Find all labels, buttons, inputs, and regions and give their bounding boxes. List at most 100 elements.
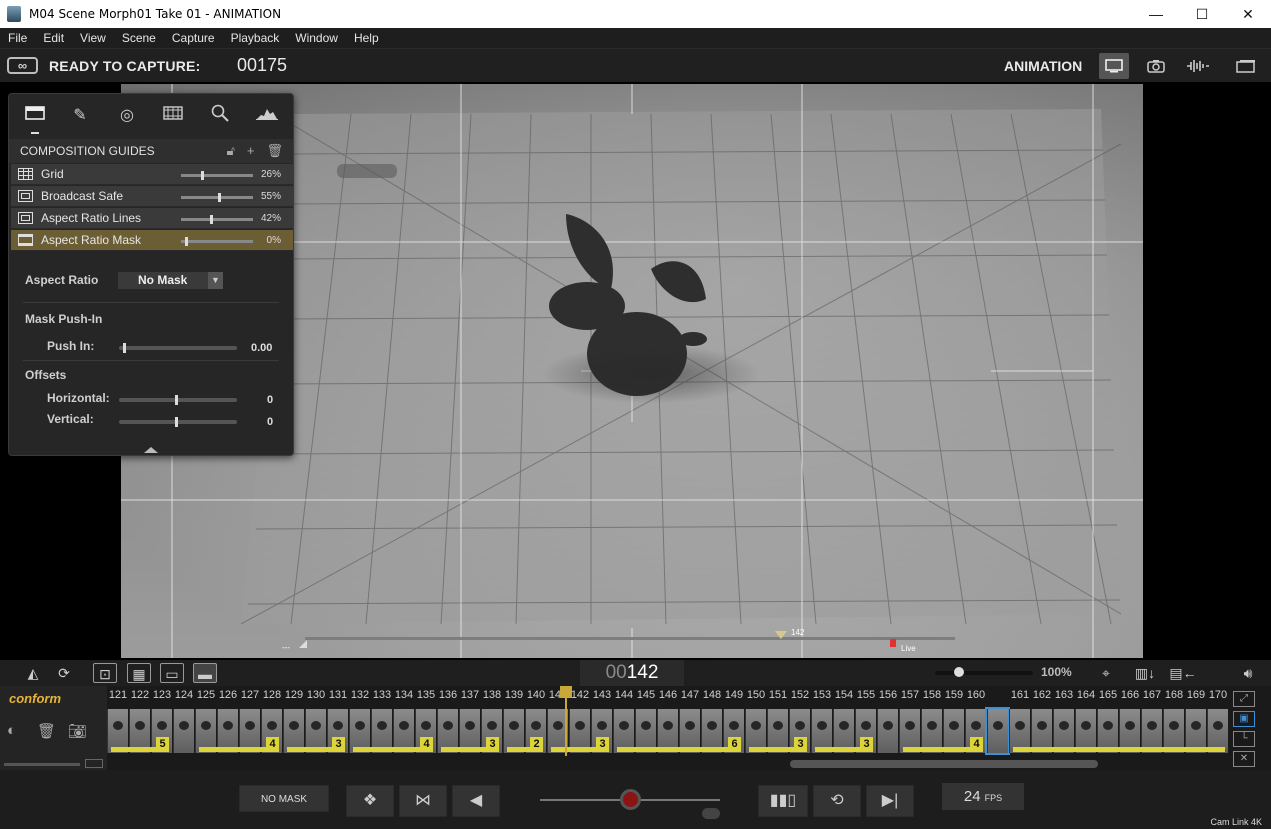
- expand-icon[interactable]: └: [1233, 731, 1255, 747]
- menu-edit[interactable]: Edit: [35, 31, 72, 45]
- panel-header-icons: 🔓︎ + 🗑︎: [226, 139, 283, 163]
- audio-waveform-icon[interactable]: [1183, 53, 1213, 79]
- toggle-switch[interactable]: [702, 808, 720, 819]
- trash-icon[interactable]: 🗑︎: [266, 139, 283, 163]
- go-to-live-icon[interactable]: ▶|: [866, 785, 914, 817]
- frame-number: 148: [702, 689, 722, 701]
- frame-step-icon[interactable]: ▮▮▯: [758, 785, 808, 817]
- slider-knob[interactable]: [123, 343, 126, 353]
- camera-icon[interactable]: [1141, 53, 1171, 79]
- guides-tab-icon[interactable]: [21, 104, 49, 134]
- close-button[interactable]: ✕: [1225, 0, 1271, 28]
- frame-thumbnail[interactable]: [877, 709, 898, 753]
- hold-count-badge: 5: [156, 737, 169, 751]
- minimize-button[interactable]: —: [1133, 0, 1179, 28]
- broadcast-safe-toggle-icon[interactable]: ⊡: [93, 663, 117, 683]
- no-mask-button[interactable]: NO MASK: [239, 785, 329, 812]
- frame-number: 133: [372, 689, 392, 701]
- push-in-slider[interactable]: [119, 343, 237, 353]
- cross-box-icon[interactable]: ✕: [1233, 751, 1255, 767]
- aspect-mask-toggle-icon[interactable]: ▬: [193, 663, 217, 683]
- menu-view[interactable]: View: [72, 31, 114, 45]
- scrub-start-handle[interactable]: [299, 640, 307, 648]
- live-flag-icon[interactable]: [890, 639, 896, 647]
- guide-row-broadcast-safe[interactable]: Broadcast Safe 55%: [11, 186, 293, 207]
- monitor-view-icon[interactable]: [1099, 53, 1129, 79]
- guide-row-aspect-ratio-mask[interactable]: Aspect Ratio Mask 0%: [11, 230, 293, 251]
- frame-thumbnail[interactable]: [173, 709, 194, 753]
- loop-playback-icon[interactable]: ⟲: [813, 785, 861, 817]
- horizontal-label: Horizontal:: [47, 391, 110, 405]
- horizontal-offset-slider[interactable]: [119, 395, 237, 405]
- timeline-zoom-slider[interactable]: [935, 671, 1033, 675]
- grid-toggle-icon[interactable]: ▦: [127, 663, 151, 683]
- rotate-icon[interactable]: ⟳: [52, 663, 76, 683]
- chevron-down-icon[interactable]: ▼: [208, 272, 223, 289]
- menu-playback[interactable]: Playback: [223, 31, 288, 45]
- guide-opacity-slider[interactable]: [181, 171, 253, 180]
- pencil-icon[interactable]: ✎: [66, 104, 94, 128]
- fps-box[interactable]: 24 FPS: [942, 783, 1024, 810]
- thumb-size-icon[interactable]: [85, 759, 103, 768]
- guide-row-aspect-ratio-lines[interactable]: Aspect Ratio Lines 42%: [11, 208, 293, 229]
- menu-file[interactable]: File: [0, 31, 35, 45]
- trash-icon[interactable]: 🗑︎: [37, 722, 56, 740]
- play-reverse-icon[interactable]: ◀: [452, 785, 500, 817]
- overlay-icon[interactable]: ◎: [113, 104, 141, 128]
- zoom-icon[interactable]: [206, 104, 234, 128]
- frame-number: 162: [1032, 689, 1052, 701]
- frame-timeline[interactable]: conform ◐ 🗑︎ 📷︎ 121 122 123 124 125 126 127 128…: [0, 686, 1271, 770]
- live-frame-thumbnail[interactable]: [985, 707, 1010, 755]
- film-icon[interactable]: [159, 104, 187, 128]
- guide-opacity-slider[interactable]: [181, 215, 253, 224]
- guide-opacity-slider[interactable]: [181, 193, 253, 202]
- conform-label[interactable]: conform: [9, 691, 61, 706]
- film-down-icon[interactable]: ▥↓: [1130, 663, 1160, 683]
- slider-knob[interactable]: [218, 193, 221, 202]
- frame-number: 121: [108, 689, 128, 701]
- thumb-size-slider[interactable]: [4, 763, 80, 766]
- timeline-scrollbar[interactable]: [790, 760, 1098, 768]
- aspect-ratio-select[interactable]: No Mask ▼: [118, 272, 223, 289]
- keyframe-diamond-icon[interactable]: ❖: [346, 785, 394, 817]
- camera-icon[interactable]: 📷︎: [68, 722, 87, 740]
- frame-thumbnails[interactable]: 5 4 3 4 3 2 3 6 3 3 4: [107, 706, 1228, 756]
- slider-knob[interactable]: [185, 237, 188, 246]
- half-circle-icon[interactable]: ◐: [7, 722, 16, 739]
- crosshair-icon[interactable]: ⌖: [1094, 663, 1118, 683]
- list-left-icon[interactable]: ▤←: [1168, 663, 1198, 683]
- menu-scene[interactable]: Scene: [114, 31, 164, 45]
- speaker-icon[interactable]: 🔊︎: [1236, 663, 1260, 683]
- lock-icon[interactable]: 🔓︎: [226, 139, 234, 163]
- loop-icon[interactable]: ∞: [7, 57, 38, 74]
- mode-label[interactable]: ANIMATION: [1004, 58, 1082, 74]
- add-icon[interactable]: +: [247, 139, 255, 163]
- playhead-line[interactable]: [565, 686, 567, 756]
- frame-select-icon[interactable]: ▣: [1233, 711, 1255, 727]
- slider-knob[interactable]: [210, 215, 213, 224]
- scrub-playhead-marker[interactable]: [775, 631, 787, 639]
- slider-knob[interactable]: [175, 395, 178, 405]
- layout-icon[interactable]: [1231, 53, 1261, 79]
- bowtie-icon[interactable]: ⋈: [399, 785, 447, 817]
- menu-capture[interactable]: Capture: [164, 31, 223, 45]
- vertical-offset-slider[interactable]: [119, 417, 237, 427]
- record-button[interactable]: [620, 789, 641, 810]
- guide-opacity-slider[interactable]: [181, 237, 253, 246]
- menu-help[interactable]: Help: [346, 31, 387, 45]
- maximize-button[interactable]: ☐: [1179, 0, 1225, 28]
- collapse-panel-icon[interactable]: [144, 447, 158, 453]
- slider-knob[interactable]: [201, 171, 204, 180]
- frame-number: 149: [724, 689, 744, 701]
- current-frame-counter[interactable]: 00142: [580, 660, 684, 686]
- histogram-icon[interactable]: [253, 104, 281, 128]
- menu-window[interactable]: Window: [287, 31, 346, 45]
- zoom-slider-knob[interactable]: [954, 667, 964, 677]
- flip-icon[interactable]: ◭: [21, 663, 45, 683]
- guide-row-grid[interactable]: Grid 26%: [11, 164, 293, 185]
- aspect-lines-toggle-icon[interactable]: ▭: [160, 663, 184, 683]
- frame-number: 160: [966, 689, 986, 701]
- graph-icon[interactable]: ⤢: [1233, 691, 1255, 707]
- onion-scrub-track[interactable]: [305, 637, 955, 640]
- slider-knob[interactable]: [175, 417, 178, 427]
